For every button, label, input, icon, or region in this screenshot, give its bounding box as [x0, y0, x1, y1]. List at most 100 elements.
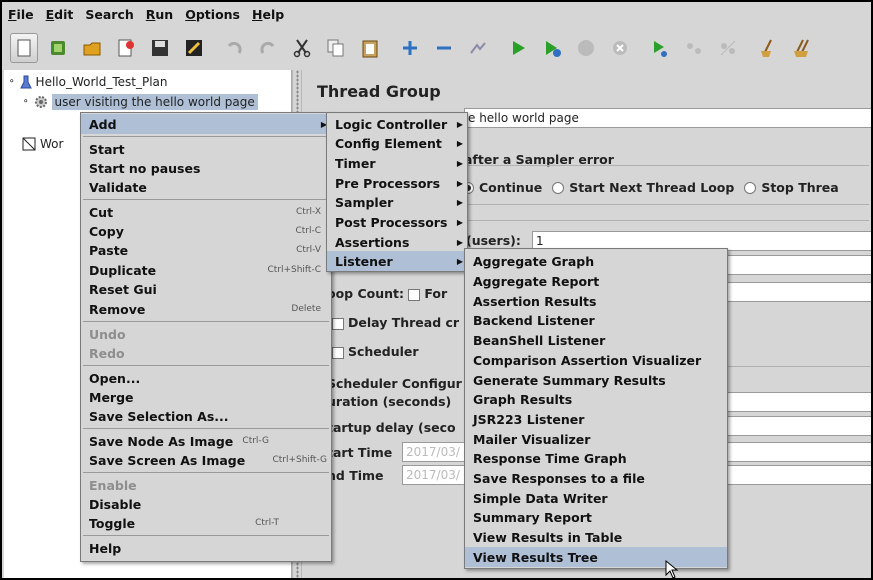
menu-help[interactable]: Help	[252, 7, 284, 22]
new-icon[interactable]	[10, 33, 38, 63]
menu-item-save-screen-image[interactable]: Save Screen As Image Ctrl+Shift-G	[81, 450, 331, 470]
menu-item-pre-processors[interactable]: Pre Processors ▶	[327, 173, 467, 193]
toggle-icon[interactable]	[464, 33, 492, 63]
menu-item-toggle[interactable]: Toggle Ctrl-T	[81, 513, 331, 533]
menu-item-jsr223-listener[interactable]: JSR223 Listener	[465, 409, 727, 429]
save-icon[interactable]	[146, 33, 174, 63]
collapse-icon[interactable]	[430, 33, 458, 63]
loop-count-field[interactable]	[720, 282, 871, 302]
end-time-label: nd Time	[327, 468, 384, 483]
start-no-pauses-icon[interactable]	[538, 33, 566, 63]
menu-item-summary-report[interactable]: Summary Report	[465, 507, 727, 527]
menu-item-response-time-graph[interactable]: Response Time Graph	[465, 448, 727, 468]
menu-item-view-results-tree[interactable]: View Results Tree	[465, 547, 727, 567]
tree-node-test-plan[interactable]: ⚬ Hello_World_Test_Plan	[8, 72, 168, 92]
menu-item-add[interactable]: Add ▶	[81, 114, 331, 134]
menu-item-start-no-pauses[interactable]: Start no pauses	[81, 158, 331, 178]
menu-item-remove[interactable]: Remove Delete	[81, 299, 331, 319]
cut-icon[interactable]	[288, 33, 316, 63]
menu-item-timer[interactable]: Timer ▶	[327, 153, 467, 173]
start-time-label: tart Time	[327, 445, 393, 460]
menu-item-listener[interactable]: Listener ▶	[327, 251, 467, 271]
menu-item-assertions[interactable]: Assertions ▶	[327, 232, 467, 252]
context-menu: Add ▶ Start Start no pauses Validate Cut C…	[80, 112, 332, 562]
menu-run[interactable]: Run	[146, 7, 173, 22]
menu-item-generate-summary-results[interactable]: Generate Summary Results	[465, 370, 727, 390]
menu-item-logic-controller[interactable]: Logic Controller ▶	[327, 114, 467, 134]
menu-item-copy[interactable]: Copy Ctrl-C	[81, 221, 331, 241]
stop-icon[interactable]	[572, 33, 600, 63]
delay-thread-checkbox[interactable]	[332, 317, 344, 330]
menu-item-start[interactable]: Start	[81, 139, 331, 159]
menu-item-reset-gui[interactable]: Reset Gui	[81, 279, 331, 299]
tree-node-thread-group[interactable]: ⚬ user visiting the hello world page	[22, 92, 258, 112]
tree-label: Hello_World_Test_Plan	[35, 75, 168, 89]
expand-icon[interactable]	[396, 33, 424, 63]
menu-item-mailer-visualizer[interactable]: Mailer Visualizer	[465, 429, 727, 449]
menu-file[interactable]: File	[8, 7, 34, 22]
clear-all-icon[interactable]	[788, 33, 816, 63]
redo-icon[interactable]	[254, 33, 282, 63]
open-icon[interactable]	[78, 33, 106, 63]
menu-item-config-element[interactable]: Config Element ▶	[327, 133, 467, 153]
paste-icon[interactable]	[356, 33, 384, 63]
menu-options[interactable]: Options	[185, 7, 240, 22]
copy-icon[interactable]	[322, 33, 350, 63]
ramp-up-field[interactable]	[720, 255, 871, 275]
expand-handle-icon[interactable]: ⚬	[22, 97, 30, 107]
save-screen-icon[interactable]	[180, 33, 208, 63]
scheduler-checkbox[interactable]	[332, 346, 344, 359]
menu-item-beanshell-listener[interactable]: BeanShell Listener	[465, 330, 727, 350]
duration-label: uration (seconds)	[327, 394, 452, 409]
name-field[interactable]: e hello world page	[464, 108, 871, 128]
remote-shutdown-icon[interactable]	[714, 33, 742, 63]
menu-item-undo: Undo	[89, 326, 126, 342]
menubar: File Edit Search Run Options Help	[2, 2, 871, 26]
menu-item-disable[interactable]: Disable	[81, 494, 331, 514]
tree-label: user visiting the hello world page	[51, 94, 258, 110]
menu-item-view-results-table[interactable]: View Results in Table	[465, 527, 727, 547]
menu-item-aggregate-report[interactable]: Aggregate Report	[465, 271, 727, 291]
menu-item-duplicate[interactable]: Duplicate Ctrl+Shift-C	[81, 260, 331, 280]
toolbar	[2, 26, 871, 70]
forever-checkbox[interactable]	[408, 288, 421, 301]
menu-item-sampler[interactable]: Sampler ▶	[327, 192, 467, 212]
shutdown-icon[interactable]	[606, 33, 634, 63]
duration-field[interactable]	[720, 392, 871, 412]
menu-item-comparison-assertion-visualizer[interactable]: Comparison Assertion Visualizer	[465, 350, 727, 370]
close-icon[interactable]	[112, 33, 140, 63]
menu-item-backend-listener[interactable]: Backend Listener	[465, 310, 727, 330]
radio-next-loop-label: Start Next Thread Loop	[569, 180, 735, 195]
menu-search[interactable]: Search	[85, 7, 133, 22]
menu-item-assertion-results[interactable]: Assertion Results	[465, 291, 727, 311]
menu-item-merge[interactable]: Merge	[81, 387, 331, 407]
radio-stop-thread[interactable]	[744, 181, 757, 194]
radio-stop-thread-label: Stop Threa	[761, 180, 839, 195]
menu-item-help[interactable]: Help	[81, 538, 331, 558]
startup-delay-field[interactable]	[720, 416, 871, 436]
menu-item-simple-data-writer[interactable]: Simple Data Writer	[465, 488, 727, 508]
menu-item-cut[interactable]: Cut Ctrl-X	[81, 202, 331, 222]
menu-item-validate[interactable]: Validate	[81, 177, 331, 197]
radio-next-loop[interactable]	[552, 181, 565, 194]
panel-title: Thread Group	[317, 82, 441, 101]
tree-node-workbench[interactable]: Wor	[12, 134, 63, 154]
gear-icon	[34, 95, 48, 109]
menu-item-post-processors[interactable]: Post Processors ▶	[327, 212, 467, 232]
menu-item-graph-results[interactable]: Graph Results	[465, 389, 727, 409]
menu-item-aggregate-graph[interactable]: Aggregate Graph	[465, 251, 727, 271]
expand-handle-icon[interactable]: ⚬	[8, 77, 16, 87]
templates-icon[interactable]	[44, 33, 72, 63]
start-icon[interactable]	[504, 33, 532, 63]
clear-icon[interactable]	[754, 33, 782, 63]
undo-icon[interactable]	[220, 33, 248, 63]
menu-item-save-responses[interactable]: Save Responses to a file	[465, 468, 727, 488]
remote-stop-icon[interactable]	[680, 33, 708, 63]
menu-item-save-node-image[interactable]: Save Node As Image Ctrl-G	[81, 431, 331, 451]
menu-item-paste[interactable]: Paste Ctrl-V	[81, 240, 331, 260]
menu-edit[interactable]: Edit	[46, 7, 74, 22]
remote-start-icon[interactable]	[646, 33, 674, 63]
menu-item-save-selection[interactable]: Save Selection As...	[81, 406, 331, 426]
radio-continue-label: Continue	[479, 180, 543, 195]
menu-item-open[interactable]: Open...	[81, 368, 331, 388]
